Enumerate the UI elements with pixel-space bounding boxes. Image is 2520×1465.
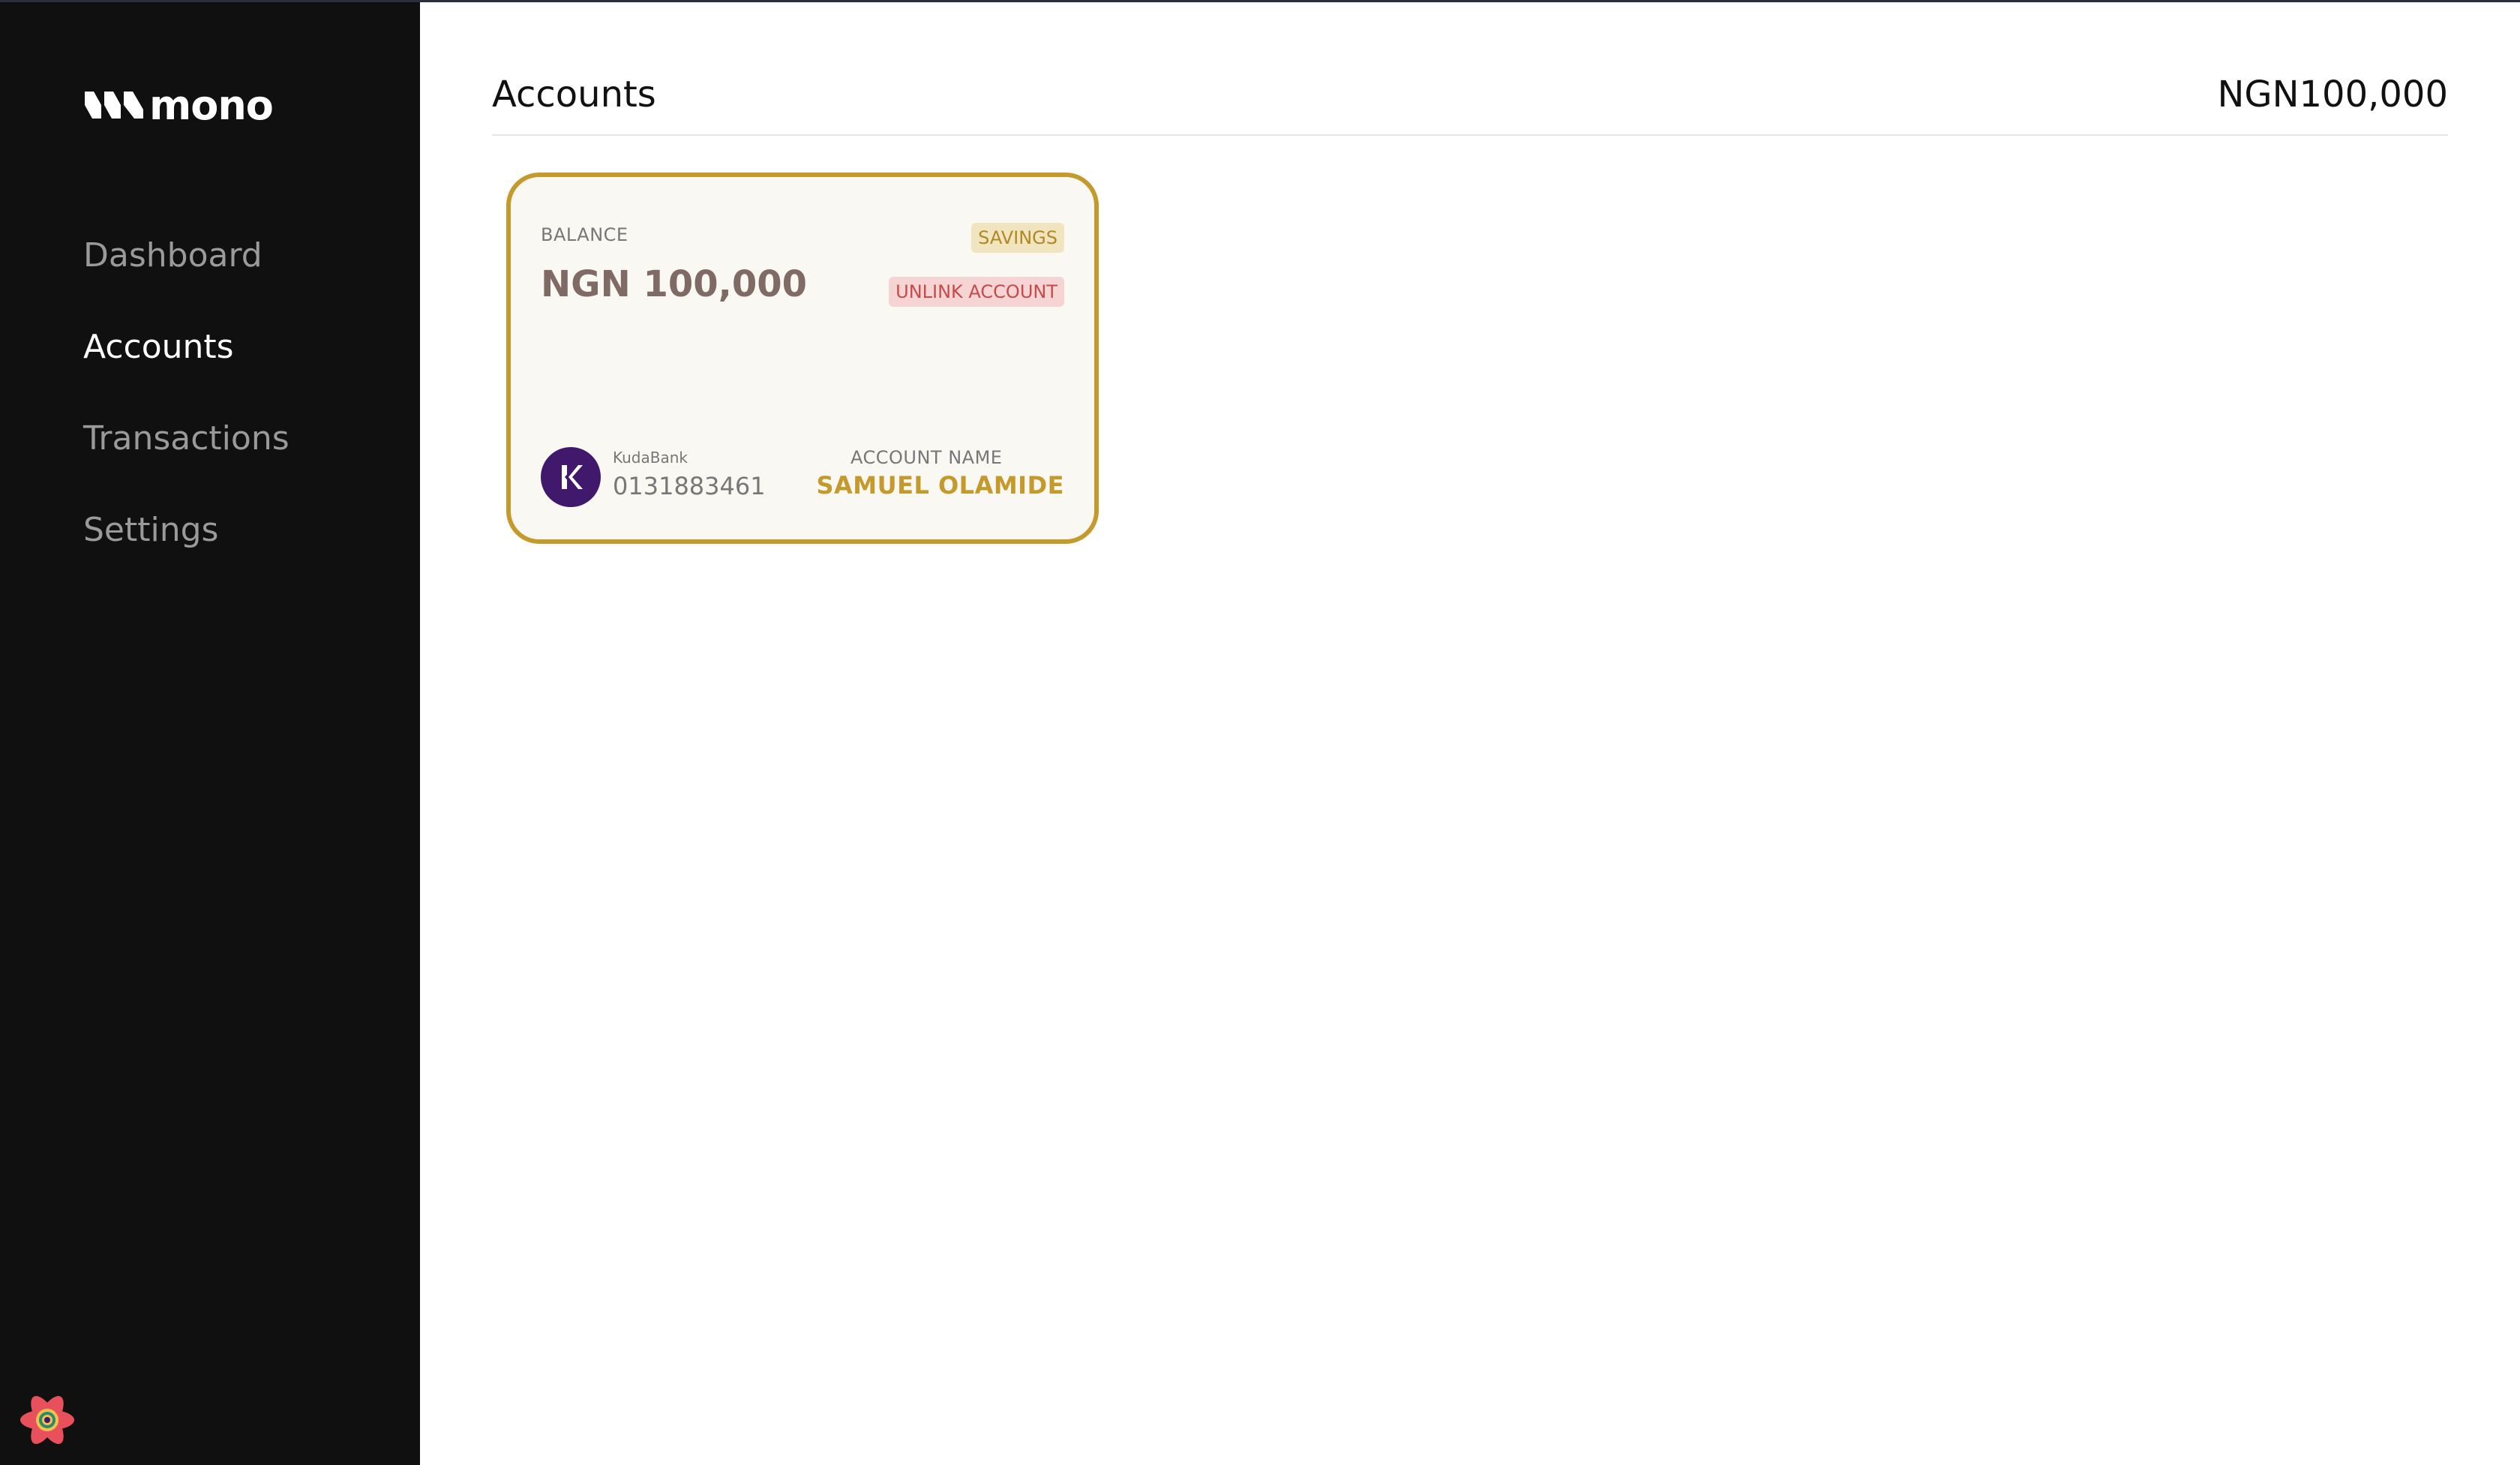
bank-logo — [541, 447, 601, 507]
sidebar-item-accounts[interactable]: Accounts — [83, 328, 234, 366]
sidebar-item-settings[interactable]: Settings — [83, 511, 218, 549]
account-name: SAMUEL OLAMIDE — [816, 471, 1064, 500]
balance-label: BALANCE — [541, 224, 628, 245]
sidebar-item-dashboard[interactable]: Dashboard — [83, 236, 262, 275]
account-number: 0131883461 — [613, 472, 766, 500]
main-content: Accounts NGN100,000 BALANCE NGN 100,000 … — [420, 2, 2520, 1465]
total-balance: NGN100,000 — [2217, 74, 2449, 116]
brand-logo[interactable]: mono — [83, 81, 274, 129]
account-card[interactable]: BALANCE NGN 100,000 SAVINGS UNLINK ACCOU… — [506, 173, 1099, 544]
bank-name: KudaBank — [613, 449, 688, 467]
sidebar-item-transactions[interactable]: Transactions — [83, 419, 290, 458]
react-logo-icon[interactable] — [16, 1389, 78, 1451]
balance-value: NGN 100,000 — [541, 263, 808, 305]
mono-wave-icon — [85, 92, 143, 119]
kuda-k-icon — [562, 465, 583, 489]
sidebar: mono Dashboard Accounts Transactions Set… — [0, 2, 420, 1465]
account-name-label: ACCOUNT NAME — [850, 447, 1003, 468]
brand-name: mono — [149, 81, 274, 129]
page-title: Accounts — [492, 74, 656, 116]
unlink-account-button[interactable]: UNLINK ACCOUNT — [889, 277, 1064, 307]
account-type-badge: SAVINGS — [971, 223, 1064, 253]
header-divider — [492, 134, 2448, 136]
